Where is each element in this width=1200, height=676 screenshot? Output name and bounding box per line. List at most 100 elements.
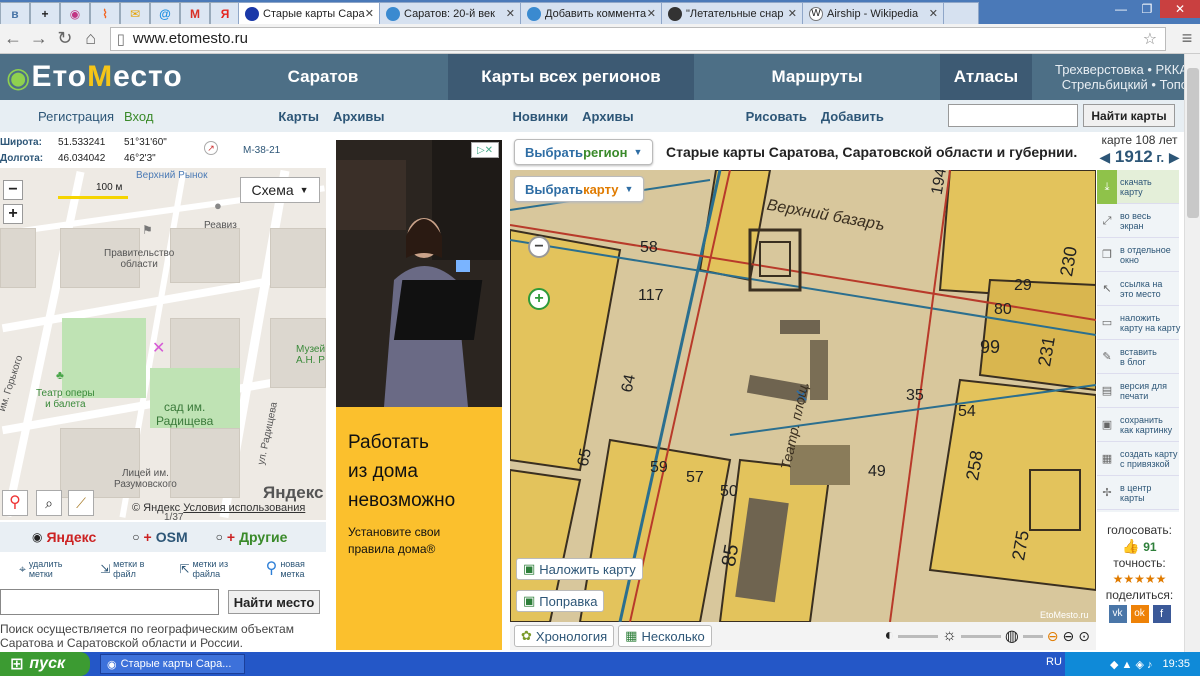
page-scrollbar[interactable] — [1184, 54, 1200, 652]
close-icon[interactable]: ✕ — [647, 7, 656, 20]
link-item[interactable]: ↖ ссылка на это место — [1097, 272, 1179, 306]
new-tab-button[interactable] — [943, 2, 979, 24]
compass-icon[interactable]: ↗ — [204, 141, 218, 155]
pin-tool-icon[interactable]: ⚲ — [2, 490, 28, 516]
minimize-icon[interactable]: — — [1108, 0, 1134, 18]
archives-link[interactable]: Архивы — [333, 109, 384, 124]
close-icon[interactable]: ✕ — [929, 7, 938, 20]
correction-button[interactable]: ▣ Поправка — [516, 590, 605, 612]
advertisement[interactable]: ▷✕ Работать из дома невозможно Установит… — [336, 140, 502, 650]
overlay-item[interactable]: ▭ наложить карту на карту — [1097, 306, 1180, 340]
nav-saratov[interactable]: Саратов — [198, 54, 448, 100]
radio-yandex[interactable]: ◉ — [32, 530, 42, 544]
tab-add-comment[interactable]: Добавить коммента ✕ — [520, 2, 663, 24]
tab-saratov-20[interactable]: Саратов: 20-й век ✕ — [379, 2, 522, 24]
provider-other[interactable]: Другие — [239, 529, 287, 545]
select-map-dropdown[interactable]: Выбрать карту ▼ — [514, 176, 645, 202]
several-button[interactable]: ▦ Несколько — [618, 625, 712, 647]
header-link-line2[interactable]: Стрельбицкий • Топо — [1062, 77, 1188, 92]
zoom-out-button[interactable]: − — [3, 180, 23, 200]
archives2-link[interactable]: Архивы — [582, 109, 633, 124]
arrow-left-icon[interactable]: ⊙ — [1078, 628, 1090, 645]
radio-other[interactable]: ○ — [216, 530, 223, 544]
news-link[interactable]: Новинки — [512, 109, 568, 124]
map-type-dropdown[interactable]: Схема ▼ — [240, 177, 320, 203]
find-place-button[interactable]: Найти место — [228, 590, 320, 614]
print-item[interactable]: ▤ версия для печати — [1097, 374, 1179, 408]
map-search-input[interactable] — [948, 104, 1078, 127]
scroll-thumb[interactable] — [1187, 68, 1199, 218]
menu-icon[interactable]: ≡ — [1174, 28, 1200, 49]
radio-osm[interactable]: ○ — [132, 530, 139, 544]
nav-atlases[interactable]: Атласы — [940, 54, 1032, 100]
mail-icon[interactable]: ✉ — [120, 2, 150, 24]
new-marker-button[interactable]: ⚲ новая метка — [245, 552, 327, 586]
vk-share-icon[interactable]: vk — [1108, 605, 1127, 623]
language-indicator[interactable]: RU — [1046, 656, 1062, 668]
chronology-button[interactable]: ✿ Хронология — [514, 625, 615, 647]
login-link[interactable]: Вход — [124, 109, 153, 124]
tray-icons[interactable]: ◆ ▲ ◈ ♪ — [1110, 658, 1152, 671]
overlay-map-button[interactable]: ▣ Наложить карту — [516, 558, 643, 580]
reload-icon[interactable]: ↻ — [52, 28, 78, 49]
header-link-line1[interactable]: Трехверстовка • РККА — [1055, 62, 1188, 77]
yandex-icon[interactable]: Я — [210, 2, 240, 24]
register-link[interactable]: Регистрация — [38, 109, 114, 124]
map-sheet-link[interactable]: М-38-21 — [243, 143, 280, 159]
map-zoom-in-button[interactable]: + — [528, 288, 550, 310]
place-search-input[interactable] — [0, 589, 219, 615]
opacity-slider[interactable] — [1022, 634, 1043, 638]
opacity-icon[interactable]: ◍ — [1005, 626, 1019, 646]
provider-osm[interactable]: OSM — [156, 529, 188, 545]
maximize-icon[interactable]: ❐ — [1134, 0, 1160, 18]
thumbs-up-icon[interactable]: 👍 — [1122, 538, 1139, 554]
instagram-icon[interactable]: ◉ — [60, 2, 90, 24]
minus-circle-icon[interactable]: ⊖ — [1063, 628, 1075, 645]
accuracy-stars[interactable]: ★★★★★ — [1097, 571, 1182, 587]
close-window-icon[interactable]: ✕ — [1160, 0, 1200, 18]
taskbar-chrome-item[interactable]: ◉ Старые карты Сара... — [100, 654, 245, 674]
map-zoom-out-button[interactable]: − — [528, 236, 550, 258]
maps-link[interactable]: Карты — [278, 109, 319, 124]
plus-icon[interactable]: + — [30, 2, 60, 24]
back-icon[interactable]: ← — [0, 28, 26, 49]
close-icon[interactable]: ✕ — [788, 7, 797, 20]
provider-yandex[interactable]: Яндекс — [46, 529, 96, 545]
zoom-in-button[interactable]: + — [3, 204, 23, 224]
bookmark-star-icon[interactable]: ☆ — [1143, 29, 1157, 49]
create-map-item[interactable]: ▦ создать карту с привязкой — [1097, 442, 1179, 476]
brightness-slider[interactable] — [960, 634, 1001, 638]
select-region-dropdown[interactable]: Выбрать регион ▼ — [514, 139, 654, 165]
delete-markers-button[interactable]: ⌖ удалить метки — [0, 552, 82, 586]
tab-wikipedia[interactable]: W Airship - Wikipedia ✕ — [802, 2, 945, 24]
gmail-icon[interactable]: M — [180, 2, 210, 24]
contrast-icon[interactable]: ◐ — [884, 627, 894, 645]
historical-map-viewer[interactable]: ✕ Верхний базаръ Театр. площ. 58 117 64 … — [510, 170, 1096, 622]
tab-etomesto[interactable]: Старые карты Сара ✕ — [238, 2, 381, 24]
close-icon[interactable]: ✕ — [365, 7, 374, 20]
address-bar[interactable]: ▯ www.etomesto.ru ☆ — [109, 26, 1167, 51]
find-maps-button[interactable]: Найти карты — [1083, 104, 1175, 127]
brightness-icon[interactable]: ☼ — [942, 627, 957, 645]
embed-item[interactable]: ✎ вставить в блог — [1097, 340, 1179, 374]
contrast-slider[interactable] — [898, 634, 939, 638]
fullscreen-item[interactable]: ⤢ во весь экран — [1097, 204, 1179, 238]
magnifier-tool-icon[interactable]: ⌕ — [36, 490, 62, 516]
markers-to-file-button[interactable]: ⇲ метки в файл — [82, 552, 164, 586]
terms-link[interactable]: Условия использования — [183, 502, 305, 514]
add-link[interactable]: Добавить — [821, 109, 884, 124]
next-year-icon[interactable]: ▶ — [1169, 149, 1180, 165]
close-icon[interactable]: ✕ — [506, 7, 515, 20]
ad-choices-icon[interactable]: ▷✕ — [471, 142, 499, 158]
arrow-right-icon[interactable]: ⊖ — [1047, 628, 1059, 645]
facebook-share-icon[interactable]: f — [1152, 605, 1171, 623]
save-image-item[interactable]: ▣ сохранить как картинку — [1097, 408, 1179, 442]
forward-icon[interactable]: → — [26, 28, 52, 49]
nav-routes[interactable]: Маршруты — [694, 54, 940, 100]
yandex-map[interactable]: − + 100 м Верхний Рынок Правительство об… — [0, 168, 326, 520]
site-logo[interactable]: ◉ Ето Место — [0, 54, 198, 100]
ruler-tool-icon[interactable]: ⟋ — [68, 490, 94, 516]
markers-from-file-button[interactable]: ⇱ метки из файла — [163, 552, 245, 586]
tab-flying[interactable]: "Летательные снар ✕ — [661, 2, 804, 24]
home-icon[interactable]: ⌂ — [78, 28, 104, 49]
